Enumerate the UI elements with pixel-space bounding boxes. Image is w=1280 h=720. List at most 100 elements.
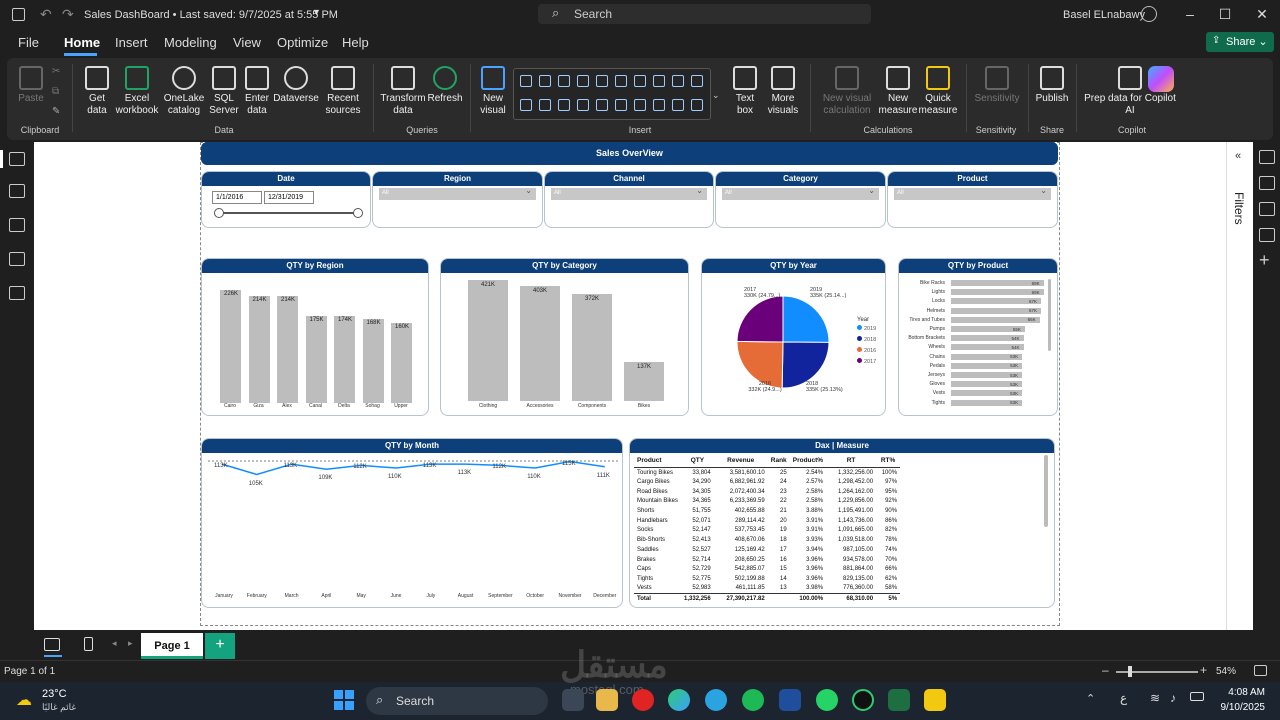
dax-query-view-icon[interactable] <box>9 252 25 266</box>
new-visual-button[interactable]: New visual <box>476 66 510 117</box>
zoom-in-icon[interactable]: + <box>1200 663 1207 677</box>
more-visuals-button[interactable]: More visuals <box>762 66 804 117</box>
add-page-button[interactable]: + <box>205 633 235 659</box>
table-view-icon[interactable] <box>9 184 25 198</box>
copilot-icon[interactable] <box>1148 66 1174 92</box>
column-header[interactable]: Revenue <box>713 454 768 468</box>
tab-page-1[interactable]: Page 1 <box>141 633 203 659</box>
prev-page-icon[interactable]: ◂ <box>112 638 117 649</box>
bar-cairo[interactable] <box>220 290 241 403</box>
menu-optimize[interactable]: Optimize <box>277 35 328 50</box>
legend-item-2019[interactable]: 2019 <box>857 325 876 332</box>
taskbar-search[interactable]: ⌕ Search <box>366 687 548 715</box>
format-icon[interactable] <box>1259 202 1275 216</box>
save-icon[interactable] <box>12 8 25 21</box>
qty-by-region-chart[interactable]: QTY by Region 226K Cairo 214K Giza 214K Alex 1… <box>201 258 429 416</box>
product-bar[interactable] <box>951 298 1041 305</box>
table-row[interactable]: Caps 52,729 542,885.07 15 3.96% 881,864.00 66% <box>634 564 900 574</box>
qty-by-category-chart[interactable]: QTY by Category 421K Clothing 403K Accessor… <box>440 258 689 416</box>
qty-series-line[interactable] <box>221 460 605 476</box>
new-visual-calculation-button[interactable]: New visual calculation <box>818 66 876 117</box>
column-header[interactable]: Product <box>634 454 682 468</box>
fit-to-page-icon[interactable] <box>1254 665 1267 676</box>
get-data-button[interactable]: Get data <box>80 66 114 117</box>
data-pane-icon[interactable] <box>1259 150 1275 164</box>
collapse-filters-icon[interactable]: « <box>1235 150 1241 162</box>
table-row[interactable]: Tights 52,775 502,199.88 14 3.96% 829,135.00 6… <box>634 574 900 584</box>
product-bar[interactable] <box>951 316 1040 323</box>
report-view-icon[interactable] <box>9 152 25 166</box>
visual-type-icon[interactable] <box>653 99 665 111</box>
qty-by-year-chart[interactable]: QTY by Year 2017 330K (24.79...) 2019 335K… <box>701 258 886 416</box>
date-from-input[interactable]: 1/1/2016 <box>212 191 262 204</box>
column-header[interactable]: QTY <box>681 454 714 468</box>
task-view-icon[interactable] <box>562 689 584 711</box>
desktop-layout-icon[interactable] <box>44 638 60 651</box>
menu-file[interactable]: File <box>18 35 39 50</box>
date-start-handle[interactable] <box>214 208 224 218</box>
visualizations-icon[interactable] <box>1259 176 1275 190</box>
visual-type-icon[interactable] <box>520 75 532 87</box>
format-painter-icon[interactable]: ✎ <box>52 106 60 117</box>
spotify-icon[interactable] <box>742 689 764 711</box>
refresh-button[interactable]: Refresh <box>426 66 464 105</box>
publish-button[interactable]: Publish <box>1032 66 1072 105</box>
undo-icon[interactable]: ↶ <box>40 6 52 23</box>
add-pane-icon[interactable]: + <box>1259 250 1270 271</box>
app-l-icon[interactable] <box>779 689 801 711</box>
menu-help[interactable]: Help <box>342 35 369 50</box>
text-box-button[interactable]: Text box <box>728 66 762 117</box>
visual-type-icon[interactable] <box>691 99 703 111</box>
product-scrollbar[interactable] <box>1048 279 1051 351</box>
visual-type-icon[interactable] <box>520 99 532 111</box>
bar-upper[interactable] <box>391 323 412 403</box>
bar-alex[interactable] <box>277 296 298 403</box>
bar-canal[interactable] <box>305 315 327 403</box>
model-view-icon[interactable] <box>9 218 25 232</box>
bar-clothing[interactable] <box>468 280 508 401</box>
visual-type-icon[interactable] <box>634 75 646 87</box>
file-explorer-icon[interactable] <box>596 689 618 711</box>
edge-icon[interactable] <box>668 689 690 711</box>
tray-chevron-icon[interactable]: ⌃ <box>1086 692 1095 705</box>
table-row[interactable]: Handlebars 52,071 289,114.42 20 3.91% 1,143,7… <box>634 516 900 526</box>
visual-gallery[interactable] <box>513 68 711 120</box>
visual-type-icon[interactable] <box>558 75 570 87</box>
enter-data-button[interactable]: Enter data <box>242 66 272 117</box>
input-language[interactable]: ع <box>1120 691 1127 705</box>
clock-date[interactable]: 9/10/2025 <box>1209 702 1266 713</box>
volume-icon[interactable]: ♪ <box>1170 691 1176 705</box>
dataverse-button[interactable]: Dataverse <box>273 66 319 105</box>
bar-sohag[interactable] <box>362 319 384 403</box>
category-dropdown[interactable]: All <box>722 186 879 200</box>
tmdl-view-icon[interactable] <box>9 286 25 300</box>
bar-accessories[interactable] <box>520 285 560 401</box>
column-header[interactable]: Rank <box>767 454 790 468</box>
dax-measure-table[interactable]: Dax | Measure Product QTY Revenue Rank Produ… <box>629 438 1055 608</box>
onelake-catalog-button[interactable]: OneLake catalog <box>162 66 206 117</box>
visual-type-icon[interactable] <box>634 99 646 111</box>
windows-start-icon[interactable] <box>334 690 354 710</box>
channel-dropdown[interactable]: All <box>551 186 707 200</box>
avatar[interactable] <box>1141 6 1157 22</box>
region-dropdown[interactable]: All <box>379 186 536 200</box>
column-header[interactable]: RT <box>826 454 877 468</box>
visual-type-icon[interactable] <box>691 75 703 87</box>
powerbi-taskbar-icon[interactable] <box>924 689 946 711</box>
share-button[interactable]: ⇪ Share ⌄ <box>1206 32 1274 52</box>
product-bar[interactable] <box>951 289 1044 296</box>
legend-item-2016[interactable]: 2016 <box>857 347 876 354</box>
visual-type-icon[interactable] <box>596 75 608 87</box>
youtube-icon[interactable] <box>632 689 654 711</box>
paste-button[interactable]: Paste <box>14 66 48 105</box>
visual-type-icon[interactable] <box>672 99 684 111</box>
table-row[interactable]: Cargo Bikes 34,290 6,882,961.92 24 2.57% 1,29… <box>634 477 900 487</box>
visual-type-icon[interactable] <box>615 75 627 87</box>
table-row[interactable]: Bib-Shorts 52,413 408,670.06 18 3.93% 1,039,5… <box>634 535 900 545</box>
visual-type-icon[interactable] <box>653 75 665 87</box>
date-to-input[interactable]: 12/31/2019 <box>264 191 314 204</box>
table-row[interactable]: Road Bikes 34,305 2,072,400.34 23 2.58% 1,264… <box>634 487 900 497</box>
bar-giza[interactable] <box>248 296 270 403</box>
product-dropdown[interactable]: All <box>894 186 1051 200</box>
copy-icon[interactable]: ⧉ <box>52 86 59 97</box>
